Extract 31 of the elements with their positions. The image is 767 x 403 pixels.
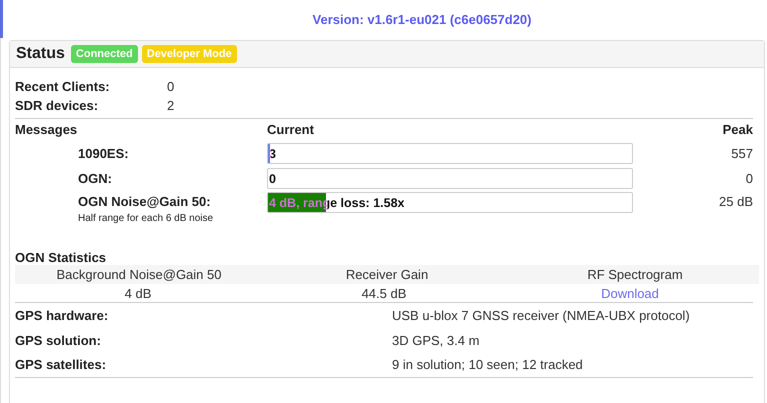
column-header: Messages <box>15 121 78 140</box>
table-cell: 4 dB <box>124 286 152 301</box>
field-value: 2 <box>167 97 176 115</box>
peak-value: 0 <box>744 170 753 188</box>
field-label: GPS hardware: <box>15 306 110 325</box>
column-header: RF Spectrogram <box>586 266 684 284</box>
panel-title: Status <box>16 44 65 64</box>
column-header: Peak <box>722 121 753 140</box>
message-label: OGN: <box>78 170 113 188</box>
message-label: 1090ES: <box>78 144 130 163</box>
field-value: 0 <box>167 78 176 96</box>
status-badge: Connected <box>70 44 138 64</box>
peak-value: 557 <box>730 144 753 163</box>
section-title: OGN Statistics <box>15 249 108 265</box>
peak-value: 25 dB <box>718 193 753 211</box>
download-link[interactable]: Download <box>601 286 659 301</box>
column-header: Receiver Gain <box>344 266 430 284</box>
version-text: Version: v1.6r1-eu021 (c6e0657d20) <box>312 11 532 30</box>
field-value: 3D GPS, 3.4 m <box>392 332 480 350</box>
field-value: 9 in solution; 10 seen; 12 tracked <box>392 356 584 374</box>
field-label: Recent Clients: <box>15 78 111 96</box>
field-value: USB u-blox 7 GNSS receiver (NMEA-UBX protocol) <box>392 306 691 325</box>
column-header: Background Noise@Gain 50 <box>56 266 222 284</box>
field-label: GPS solution: <box>15 332 102 350</box>
field-label: GPS satellites: <box>15 356 108 374</box>
status-badge: Developer Mode <box>142 44 237 64</box>
note-text: Half range for each 6 dB noise <box>78 212 214 226</box>
column-header: Current <box>267 121 315 140</box>
field-label: SDR devices: <box>15 97 100 115</box>
message-label: OGN Noise@Gain 50: <box>78 193 212 211</box>
table-cell: 44.5 dB <box>362 286 406 301</box>
